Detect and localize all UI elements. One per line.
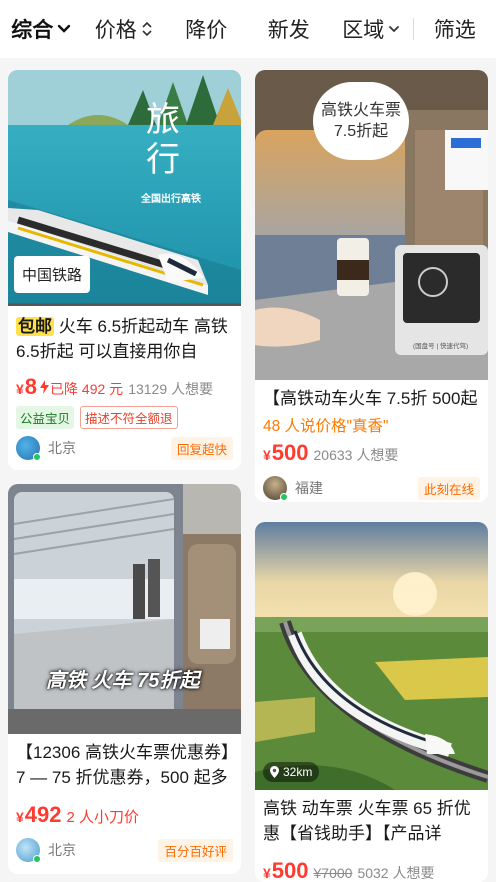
seller-row: 北京 百分百好评 [16,838,233,863]
seller-location: 北京 [48,440,76,456]
free-shipping-tag: 包邮 [16,317,54,336]
distance-badge: 32km [263,762,320,782]
want-count: 5032 人想要 [357,865,435,881]
chevron-down-icon [58,24,71,33]
product-title: 【12306 高铁火车票优惠券】7 — 75 折优惠券，500 起多 [16,743,230,787]
refund-badge: 描述不符全额退 [80,406,178,429]
price-row: ¥492 2 人小刀价 [16,802,235,828]
filter-label: 综合 [11,19,54,42]
avatar[interactable] [16,436,41,461]
seller-row: 北京 回复超快 [16,436,233,461]
bargain-text: 2 人小刀价 [66,809,140,826]
service-badges: 公益宝贝 描述不符全额退 [16,406,178,429]
product-card[interactable]: 高铁火车票7.5折起 (国盘号 | 快速代驾) 【高铁动车火车 7.5折 500… [255,70,488,502]
product-image: 32km [255,522,488,790]
overlay-travel-text: 旅行 [146,100,180,180]
product-title: 高铁 动车票 火车票 65 折优惠【省钱助手】【产品详情】- [263,799,471,843]
currency: ¥ [16,381,24,397]
product-card[interactable]: 旅行 全国出行高铁 中国铁路 包邮 火车 6.5折起动车 高铁6.5折起 可以直… [8,70,241,470]
avatar[interactable] [263,476,288,501]
filter-screen[interactable]: 筛选 [414,14,496,44]
online-dot [280,493,288,501]
sort-arrows-icon [142,21,152,37]
filter-price-drop[interactable]: 降价 [165,14,248,44]
avatar[interactable] [16,838,41,863]
want-count: 20633 人想要 [313,447,399,463]
product-card[interactable]: 高铁 火车 75折起 【12306 高铁火车票优惠券】7 — 75 折优惠券，5… [8,484,241,874]
product-image: 旅行 全国出行高铁 中国铁路 [8,70,241,306]
lightning-icon [40,380,50,394]
overlay-sign: 中国铁路 [14,256,91,293]
filter-bar: 综合 价格 降价 新发 区域 筛选 [0,0,496,58]
distance-text: 32km [283,765,313,779]
price-quip: 48 人说价格"真香" [263,418,389,435]
price: 8 [24,374,38,399]
filter-label: 新发 [267,19,310,42]
online-dot [33,855,41,863]
price-drop: 已降 492 元 [50,381,124,397]
currency: ¥ [16,809,24,825]
product-title: 包邮 火车 6.5折起动车 高铁6.5折起 可以直接用你自 [16,314,233,364]
bubble-text: 高铁火车票7.5折起 [320,102,401,140]
location-pin-icon [270,766,279,778]
seller-location: 福建 [295,480,323,496]
filter-comprehensive[interactable]: 综合 [0,14,83,44]
chevron-down-icon [389,25,400,32]
want-count: 13129 人想要 [128,381,214,397]
overlay-discount-text: 高铁 火车 75折起 [46,670,200,692]
filter-label: 筛选 [433,19,476,42]
product-image: 高铁火车票7.5折起 (国盘号 | 快速代驾) [255,70,488,380]
seller-row: 福建 此刻在线 [263,476,480,501]
filter-price[interactable]: 价格 [83,14,166,44]
product-title: 【高铁动车火车 7.5折 500起 [263,389,478,408]
product-card[interactable]: 32km 高铁 动车票 火车票 65 折优惠【省钱助手】【产品详情】- ¥500… [255,522,488,882]
filter-label: 价格 [94,19,137,42]
original-price: ¥7000 [313,865,353,881]
price-row: ¥500 20633 人想要 [263,440,482,466]
price-row: ¥8 已降 492 元 13129 人想要 [16,374,235,400]
overlay-slogan: 全国出行高铁 [141,194,201,205]
product-image: 高铁 火车 75折起 [8,484,241,734]
seller-tag: 百分百好评 [158,838,233,862]
price: 500 [271,858,309,882]
filter-new[interactable]: 新发 [248,14,331,44]
currency: ¥ [263,865,271,881]
price: 500 [271,440,309,465]
online-dot [33,453,41,461]
charity-badge: 公益宝贝 [16,406,75,429]
seller-tag: 回复超快 [170,436,233,460]
seller-location: 北京 [48,842,76,858]
filter-region[interactable]: 区域 [330,14,413,44]
price-row: ¥500 ¥7000 5032 人想要 [263,858,482,882]
speech-bubble: 高铁火车票7.5折起 [313,82,409,160]
currency: ¥ [263,447,271,463]
filter-label: 区域 [342,19,385,42]
laptop-caption: (国盘号 | 快速代驾) [413,343,469,350]
filter-label: 降价 [185,19,228,42]
seller-tag: 此刻在线 [417,476,480,500]
price: 492 [24,802,62,827]
